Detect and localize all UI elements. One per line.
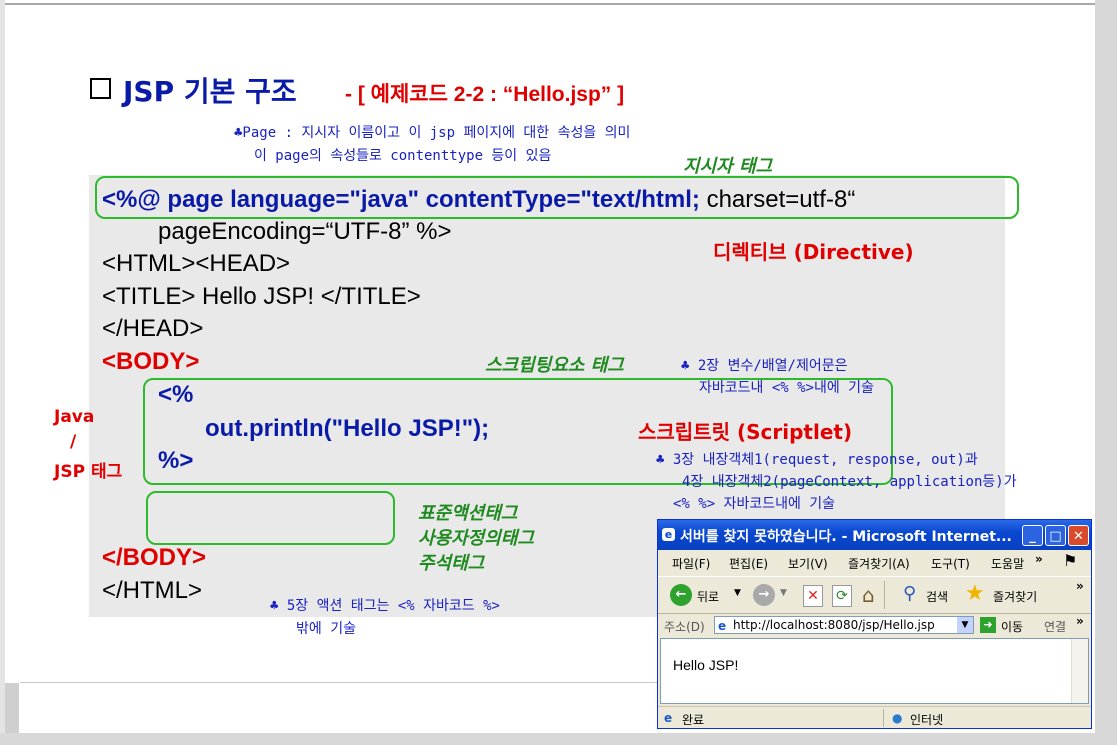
code-line-html-head: <HTML><HEAD> [102, 250, 291, 277]
custom-tag-label: 사용자정의태그 [418, 528, 534, 549]
checkbox-bullet-icon [90, 78, 111, 99]
scripting-note-line2: 자바코드내 <% %>내에 기술 [699, 380, 874, 396]
toolbar-separator [884, 581, 885, 609]
action-note-line2: 밖에 기술 [296, 621, 356, 637]
status-zone: 인터넷 [910, 713, 944, 727]
content-scrollbar[interactable] [1071, 639, 1088, 703]
forward-dropdown-icon[interactable]: ▼ [780, 588, 787, 598]
favorites-label[interactable]: 즐겨찾기 [993, 588, 1037, 605]
browser-menu-bar: 파일(F) 편집(E) 보기(V) 즐겨찾기(A) 도구(T) 도움말 » ⚑ [658, 551, 1091, 573]
address-input[interactable]: e http://localhost:8080/jsp/Hello.jsp ▼ [714, 616, 974, 634]
minimize-button[interactable]: _ [1022, 525, 1043, 546]
implicit-note-line2: 4장 내장객체2(pageContext, application등)가 [682, 474, 1017, 490]
search-label[interactable]: 검색 [926, 588, 948, 605]
scripting-tag-label: 스크립팅요소 태그 [485, 355, 624, 376]
code-line-html-close: </HTML> [102, 577, 203, 604]
links-overflow-icon[interactable]: » [1076, 614, 1084, 628]
page-output-text: Hello JSP! [673, 657, 739, 673]
code-line-body-open: <BODY> [102, 348, 200, 375]
directive-charset: charset=utf-8“ [699, 186, 856, 213]
code-line-head-close: </HEAD> [102, 315, 204, 342]
comment-tag-label: 주석태그 [418, 553, 485, 574]
back-label[interactable]: 뒤로 [697, 588, 719, 605]
stop-icon[interactable]: ✕ [803, 585, 823, 607]
address-url: http://localhost:8080/jsp/Hello.jsp [733, 618, 935, 632]
code-line-body-close: </BODY> [102, 544, 207, 571]
java-label: Java [54, 407, 95, 427]
slash-label: / [70, 432, 77, 452]
toolbar-overflow-icon[interactable]: » [1076, 579, 1084, 593]
windows-flag-icon: ⚑ [1063, 551, 1078, 570]
links-label[interactable]: 연결 [1044, 618, 1066, 635]
code-line-title: <TITLE> Hello JSP! </TITLE> [102, 283, 421, 310]
right-scroll-area[interactable] [1095, 0, 1117, 745]
status-text: 완료 [682, 713, 705, 727]
scripting-note-line1: ♣ 2장 변수/배열/제어문은 [681, 358, 848, 374]
scriptlet-label: 스크립트릿 (Scriptlet) [638, 420, 853, 444]
directive-label: 디렉티브 (Directive) [713, 240, 914, 264]
menu-help[interactable]: 도움말 [991, 555, 1024, 572]
browser-content: Hello JSP! [660, 638, 1089, 704]
slide-title: JSP 기본 구조 [90, 70, 297, 110]
bottom-divider [20, 682, 660, 683]
ie-logo-icon: e [662, 528, 675, 541]
forward-arrow-icon[interactable]: → [753, 584, 775, 606]
menu-tools[interactable]: 도구(T) [931, 555, 970, 572]
search-icon[interactable]: ⚲ [903, 583, 916, 604]
refresh-icon[interactable]: ⟳ [832, 585, 852, 607]
status-page-icon: e [664, 711, 673, 725]
menu-overflow-icon[interactable]: » [1035, 552, 1043, 566]
browser-window: e 서버를 찾지 못하였습니다. - Microsoft Internet...… [657, 519, 1092, 729]
action-tag-box [146, 491, 395, 545]
menu-file[interactable]: 파일(F) [672, 555, 710, 572]
close-button[interactable]: ✕ [1068, 525, 1089, 546]
home-icon[interactable]: ⌂ [862, 583, 875, 607]
favorites-star-icon[interactable]: ★ [965, 581, 985, 606]
code-line-scriptlet-open: <% [158, 381, 194, 408]
implicit-note-line1: ♣ 3장 내장객체1(request, response, out)과 [656, 452, 978, 468]
title-text: JSP 기본 구조 [123, 75, 297, 108]
left-margin-block [5, 683, 19, 733]
directive-code: <%@ page language="java" contentType="te… [102, 186, 700, 213]
page-note-line2: 이 page의 속성들로 contenttype 등이 있음 [254, 148, 552, 164]
menu-favorites[interactable]: 즐겨찾기(A) [848, 555, 910, 572]
address-bar: 주소(D) e http://localhost:8080/jsp/Hello.… [658, 614, 1091, 636]
back-arrow-icon[interactable]: ← [670, 584, 692, 606]
address-dropdown-icon[interactable]: ▼ [957, 617, 973, 633]
maximize-button[interactable]: □ [1045, 525, 1066, 546]
code-line-directive: <%@ page language="java" contentType="te… [102, 184, 855, 216]
page-note-line1: ♣Page : 지시자 이름이고 이 jsp 페이지에 대한 속성을 의미 [234, 125, 631, 141]
status-bar: e 완료 ● 인터넷 [658, 706, 1091, 729]
go-arrow-icon[interactable]: ➜ [980, 617, 996, 633]
jsp-tag-label: JSP 태그 [54, 462, 123, 482]
slide-subtitle: - [ 예제코드 2-2 : “Hello.jsp” ] [345, 83, 625, 106]
bottom-bar [0, 733, 1117, 745]
address-label: 주소(D) [664, 620, 705, 634]
code-line-scriptlet-close: %> [158, 447, 194, 474]
page-icon: e [718, 619, 727, 633]
globe-icon: ● [892, 711, 903, 725]
code-line-println: out.println("Hello JSP!"); [205, 415, 490, 442]
status-separator [883, 709, 884, 727]
action-note-line1: ♣ 5장 액션 태그는 <% 자바코드 %> [270, 598, 500, 614]
menu-edit[interactable]: 편집(E) [729, 555, 768, 572]
standard-action-tag-label: 표준액션태그 [418, 503, 518, 524]
code-line-pageencoding: pageEncoding=“UTF-8” %> [158, 218, 452, 245]
implicit-note-line3: <% %> 자바코드내에 기술 [673, 496, 836, 512]
browser-title-bar[interactable]: e 서버를 찾지 못하였습니다. - Microsoft Internet...… [658, 520, 1091, 550]
back-dropdown-icon[interactable]: ▼ [734, 588, 741, 598]
browser-title: 서버를 찾지 못하였습니다. - Microsoft Internet... [680, 529, 1012, 545]
slide-top-rule [5, 3, 1095, 5]
menu-view[interactable]: 보기(V) [788, 555, 828, 572]
go-button[interactable]: 이동 [1001, 618, 1023, 635]
browser-toolbar: ← 뒤로 ▼ → ▼ ✕ ⟳ ⌂ ⚲ 검색 ★ 즐겨찾기 » [658, 576, 1091, 614]
